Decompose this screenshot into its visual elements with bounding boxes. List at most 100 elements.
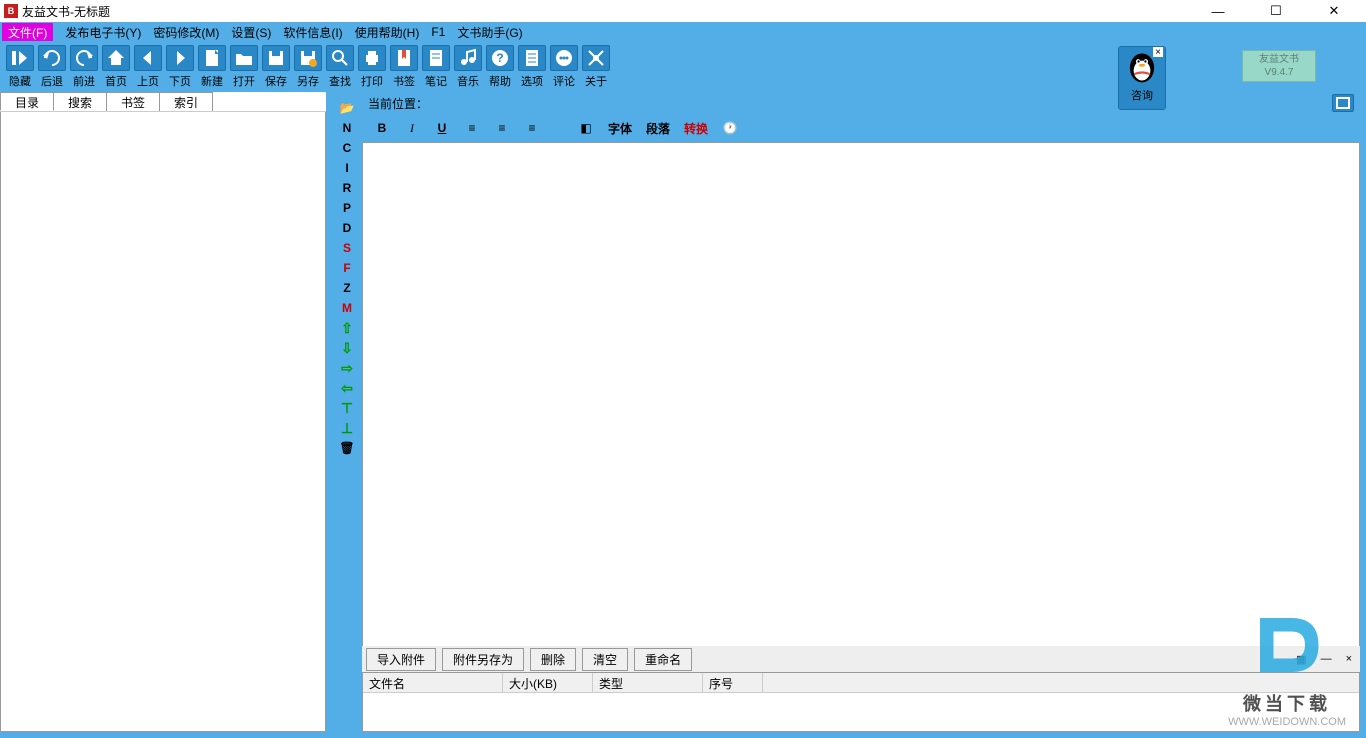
- window-title: 友益文书-无标题: [22, 3, 1198, 20]
- align-right-icon[interactable]: ≡: [524, 121, 540, 135]
- mid-btn-4[interactable]: R: [337, 180, 357, 196]
- menu-publish[interactable]: 发布电子书(Y): [65, 24, 141, 41]
- titlebar: B 友益文书-无标题 — ☐ ✕: [0, 0, 1366, 22]
- tool-print[interactable]: 打印: [356, 45, 388, 89]
- tool-saveas[interactable]: 另存: [292, 45, 324, 89]
- comment-icon: [550, 45, 578, 71]
- tab-toc[interactable]: 目录: [0, 92, 54, 111]
- tool-back[interactable]: 后退: [36, 45, 68, 89]
- tool-note[interactable]: 笔记: [420, 45, 452, 89]
- mid-btn-7[interactable]: S: [337, 240, 357, 256]
- italic-button[interactable]: I: [404, 121, 420, 136]
- note-icon: [422, 45, 450, 71]
- mid-btn-5[interactable]: P: [337, 200, 357, 216]
- mid-btn-17[interactable]: 🗑: [337, 440, 357, 456]
- tool-new[interactable]: 新建: [196, 45, 228, 89]
- tree-view[interactable]: [0, 112, 326, 732]
- col-size[interactable]: 大小(KB): [503, 673, 593, 692]
- col-seq[interactable]: 序号: [703, 673, 763, 692]
- tool-open[interactable]: 打开: [228, 45, 260, 89]
- col-filename[interactable]: 文件名: [363, 673, 503, 692]
- location-bar: 当前位置：: [362, 92, 1360, 114]
- rename-attachment-button[interactable]: 重命名: [634, 648, 692, 671]
- mid-btn-10[interactable]: M: [337, 300, 357, 316]
- tool-label: 另存: [297, 73, 319, 89]
- tool-prev[interactable]: 上页: [132, 45, 164, 89]
- tab-search[interactable]: 搜索: [53, 92, 107, 111]
- tool-label: 帮助: [489, 73, 511, 89]
- tool-save[interactable]: 保存: [260, 45, 292, 89]
- menu-settings[interactable]: 设置(S): [231, 24, 271, 41]
- menubar: 文件(F) 发布电子书(Y) 密码修改(M) 设置(S) 软件信息(I) 使用帮…: [0, 22, 1366, 42]
- clock-icon[interactable]: 🕐: [722, 121, 738, 135]
- tab-bookmark[interactable]: 书签: [106, 92, 160, 111]
- mid-btn-1[interactable]: N: [337, 120, 357, 136]
- tool-music[interactable]: 音乐: [452, 45, 484, 89]
- mid-btn-16[interactable]: ⊥: [337, 420, 357, 436]
- tool-bookmark[interactable]: 书签: [388, 45, 420, 89]
- qq-close-icon[interactable]: ×: [1153, 47, 1163, 57]
- saveas-attachment-button[interactable]: 附件另存为: [442, 648, 524, 671]
- mid-btn-6[interactable]: D: [337, 220, 357, 236]
- tool-label: 下页: [169, 73, 191, 89]
- eraser-icon[interactable]: ◧: [578, 121, 594, 135]
- delete-attachment-button[interactable]: 删除: [530, 648, 576, 671]
- left-panel: 目录 搜索 书签 索引: [0, 92, 332, 738]
- saveas-icon: [294, 45, 322, 71]
- menu-f1[interactable]: F1: [431, 25, 445, 39]
- maximize-editor-icon[interactable]: [1332, 94, 1354, 112]
- align-center-icon[interactable]: ≡: [494, 121, 510, 135]
- qq-label: 咨询: [1131, 87, 1153, 103]
- menu-software-info[interactable]: 软件信息(I): [283, 24, 342, 41]
- paragraph-button[interactable]: 段落: [646, 120, 670, 137]
- maximize-button[interactable]: ☐: [1256, 1, 1296, 21]
- save-icon: [262, 45, 290, 71]
- editor-content[interactable]: [362, 142, 1360, 646]
- mid-btn-9[interactable]: Z: [337, 280, 357, 296]
- import-attachment-button[interactable]: 导入附件: [366, 648, 436, 671]
- tool-home[interactable]: 首页: [100, 45, 132, 89]
- tool-options[interactable]: 选项: [516, 45, 548, 89]
- mid-btn-12[interactable]: ⇩: [337, 340, 357, 356]
- tool-hide[interactable]: 隐藏: [4, 45, 36, 89]
- mid-btn-14[interactable]: ⇦: [337, 380, 357, 396]
- tool-next[interactable]: 下页: [164, 45, 196, 89]
- hide-icon: [6, 45, 34, 71]
- attachment-collapse-icon[interactable]: —: [1317, 653, 1336, 665]
- qq-consult-panel[interactable]: × 咨询: [1118, 46, 1166, 110]
- tool-find[interactable]: 查找: [324, 45, 356, 89]
- tool-forward[interactable]: 前进: [68, 45, 100, 89]
- tool-label: 评论: [553, 73, 575, 89]
- align-left-icon[interactable]: ≡: [464, 121, 480, 135]
- tool-about[interactable]: 关于: [580, 45, 612, 89]
- attachment-grid-icon[interactable]: ▦: [1292, 653, 1310, 666]
- menu-assistant[interactable]: 文书助手(G): [457, 24, 522, 41]
- convert-button[interactable]: 转换: [684, 120, 708, 137]
- close-button[interactable]: ✕: [1314, 1, 1354, 21]
- clear-attachment-button[interactable]: 清空: [582, 648, 628, 671]
- bookmark-icon: [390, 45, 418, 71]
- menu-password[interactable]: 密码修改(M): [153, 24, 219, 41]
- menu-file[interactable]: 文件(F): [2, 23, 53, 41]
- tab-index[interactable]: 索引: [159, 92, 213, 111]
- font-button[interactable]: 字体: [608, 120, 632, 137]
- minimize-button[interactable]: —: [1198, 1, 1238, 21]
- prev-icon: [134, 45, 162, 71]
- help-icon: ?: [486, 45, 514, 71]
- mid-btn-0[interactable]: 📂: [337, 100, 357, 116]
- editor-toolbar: B I U ≡ ≡ ≡ ◧ 字体 段落 转换 🕐: [362, 114, 1360, 142]
- col-type[interactable]: 类型: [593, 673, 703, 692]
- tool-comment[interactable]: 评论: [548, 45, 580, 89]
- underline-button[interactable]: U: [434, 121, 450, 135]
- mid-btn-15[interactable]: ⊤: [337, 400, 357, 416]
- mid-btn-11[interactable]: ⇧: [337, 320, 357, 336]
- attachment-close-icon[interactable]: ×: [1342, 653, 1356, 665]
- mid-btn-2[interactable]: C: [337, 140, 357, 156]
- menu-help[interactable]: 使用帮助(H): [355, 24, 420, 41]
- tool-help[interactable]: ? 帮助: [484, 45, 516, 89]
- mid-btn-3[interactable]: I: [337, 160, 357, 176]
- bold-button[interactable]: B: [374, 121, 390, 135]
- mid-btn-13[interactable]: ⇨: [337, 360, 357, 376]
- mid-btn-8[interactable]: F: [337, 260, 357, 276]
- about-icon: [582, 45, 610, 71]
